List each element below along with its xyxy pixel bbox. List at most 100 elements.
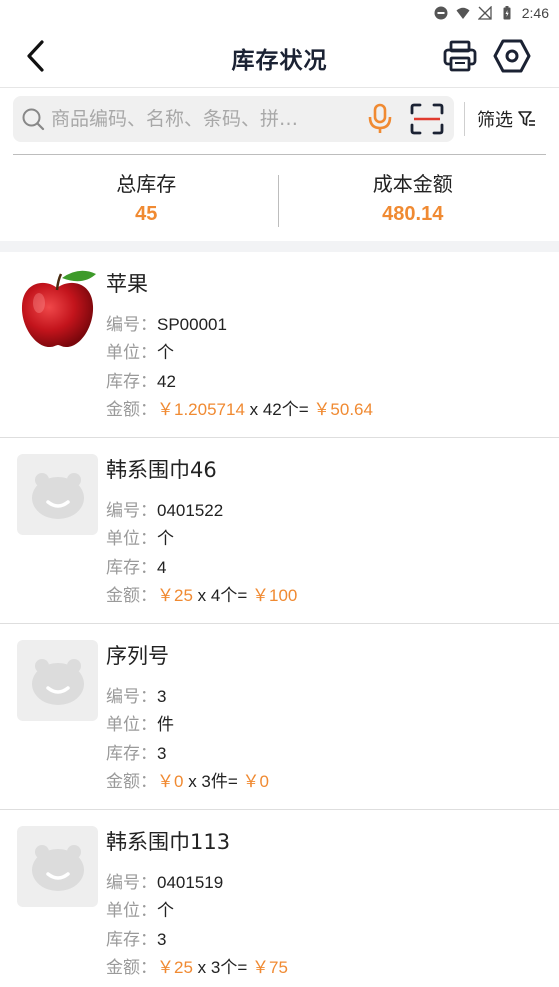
no-signal-icon bbox=[477, 6, 492, 20]
amount-label: 金额： bbox=[106, 958, 157, 978]
wifi-icon bbox=[456, 7, 470, 19]
filter-divider bbox=[464, 102, 465, 136]
product-code: 3 bbox=[157, 687, 167, 706]
scan-barcode-button[interactable] bbox=[409, 102, 445, 136]
stock-label: 库存： bbox=[106, 930, 157, 950]
search-icon bbox=[22, 108, 45, 131]
product-unit: 个 bbox=[157, 343, 174, 362]
product-stock: 3 bbox=[157, 930, 167, 949]
unit-label: 单位： bbox=[106, 529, 157, 549]
placeholder-bear-icon bbox=[31, 844, 84, 891]
product-unit: 件 bbox=[157, 715, 174, 734]
unit-price: ￥25 bbox=[157, 958, 193, 977]
cost-amount-value: 480.14 bbox=[382, 203, 444, 225]
code-label: 编号： bbox=[106, 501, 157, 521]
stock-label: 库存： bbox=[106, 372, 157, 392]
product-list: 苹果 编号：SP00001 单位：个 库存：42 金额：￥1.205714 x … bbox=[0, 252, 559, 987]
product-unit: 个 bbox=[157, 901, 174, 920]
total-stock-label: 总库存 bbox=[116, 172, 177, 196]
product-code-row: 编号：0401519 bbox=[106, 868, 223, 893]
unit-price: ￥0 bbox=[157, 772, 184, 791]
product-image bbox=[17, 268, 98, 349]
product-stock: 42 bbox=[157, 372, 176, 391]
microphone-icon bbox=[368, 103, 392, 133]
product-item[interactable]: 韩系围巾46 编号：0401522 单位：个 库存：4 金额：￥25 x 4个=… bbox=[0, 438, 559, 624]
code-label: 编号： bbox=[106, 873, 157, 893]
product-unit-row: 单位：个 bbox=[106, 896, 174, 921]
line-total: ￥75 bbox=[251, 958, 288, 977]
product-item[interactable]: 韩系围巾113 编号：0401519 单位：个 库存：3 金额：￥25 x 3个… bbox=[0, 810, 559, 987]
placeholder-bear-icon bbox=[31, 472, 84, 519]
cost-amount-label: 成本金额 bbox=[372, 172, 453, 196]
apple-image bbox=[21, 270, 96, 348]
product-stock-row: 库存：42 bbox=[106, 367, 176, 392]
summary-separator bbox=[278, 175, 279, 227]
product-image-placeholder bbox=[17, 454, 98, 535]
printer-icon bbox=[443, 40, 477, 72]
code-label: 编号： bbox=[106, 315, 157, 335]
search-bar bbox=[13, 96, 454, 142]
product-code: 0401522 bbox=[157, 501, 224, 520]
chevron-left-icon bbox=[27, 40, 44, 72]
product-unit: 个 bbox=[157, 529, 174, 548]
product-unit-row: 单位：个 bbox=[106, 338, 174, 363]
search-input[interactable] bbox=[51, 104, 336, 134]
total-stock-summary: 总库存 45 bbox=[13, 155, 280, 241]
voice-input-button[interactable] bbox=[365, 103, 395, 135]
placeholder-bear-icon bbox=[31, 658, 84, 705]
quantity-multiplier: x 3件= bbox=[183, 772, 243, 791]
product-stock: 3 bbox=[157, 744, 167, 763]
product-item[interactable]: 序列号 编号：3 单位：件 库存：3 金额：￥0 x 3件= ￥0 bbox=[0, 624, 559, 810]
status-time: 2:46 bbox=[521, 5, 549, 21]
do-not-disturb-icon bbox=[434, 6, 448, 20]
status-bar: 2:46 bbox=[0, 0, 559, 26]
unit-price: ￥25 bbox=[157, 586, 193, 605]
product-name: 序列号 bbox=[106, 644, 169, 668]
product-unit-row: 单位：件 bbox=[106, 710, 174, 735]
product-image-placeholder bbox=[17, 640, 98, 721]
product-image-placeholder bbox=[17, 826, 98, 907]
print-button[interactable] bbox=[440, 38, 480, 74]
back-button[interactable] bbox=[18, 38, 52, 74]
unit-label: 单位： bbox=[106, 901, 157, 921]
line-total: ￥100 bbox=[251, 586, 298, 605]
settings-button[interactable] bbox=[492, 36, 532, 76]
product-code-row: 编号：3 bbox=[106, 682, 166, 707]
product-code-row: 编号：0401522 bbox=[106, 496, 223, 521]
amount-label: 金额： bbox=[106, 400, 157, 420]
product-code-row: 编号：SP00001 bbox=[106, 310, 227, 335]
product-name: 韩系围巾46 bbox=[106, 458, 217, 482]
scan-icon bbox=[410, 103, 444, 135]
filter-button[interactable]: 筛选 bbox=[470, 100, 554, 138]
header-divider bbox=[0, 87, 559, 88]
amount-label: 金额： bbox=[106, 772, 157, 792]
hexagon-settings-icon bbox=[493, 39, 531, 73]
total-stock-value: 45 bbox=[135, 203, 158, 225]
product-unit-row: 单位：个 bbox=[106, 524, 174, 549]
code-label: 编号： bbox=[106, 687, 157, 707]
product-stock-row: 库存：4 bbox=[106, 553, 166, 578]
product-stock: 4 bbox=[157, 558, 167, 577]
filter-icon bbox=[518, 111, 535, 126]
app-header: 库存状况 bbox=[0, 26, 559, 86]
amount-label: 金额： bbox=[106, 586, 157, 606]
stock-label: 库存： bbox=[106, 558, 157, 578]
product-amount-row: 金额：￥1.205714 x 42个= ￥50.64 bbox=[106, 395, 373, 420]
line-total: ￥50.64 bbox=[313, 400, 373, 419]
line-total: ￥0 bbox=[242, 772, 269, 791]
filter-label: 筛选 bbox=[477, 110, 513, 131]
product-name: 苹果 bbox=[106, 272, 148, 296]
product-stock-row: 库存：3 bbox=[106, 739, 166, 764]
cost-amount-summary: 成本金额 480.14 bbox=[280, 155, 547, 241]
product-code: SP00001 bbox=[157, 315, 227, 334]
product-item[interactable]: 苹果 编号：SP00001 单位：个 库存：42 金额：￥1.205714 x … bbox=[0, 252, 559, 438]
product-amount-row: 金额：￥25 x 3个= ￥75 bbox=[106, 953, 288, 978]
unit-price: ￥1.205714 bbox=[157, 400, 245, 419]
battery-icon bbox=[503, 6, 511, 20]
product-stock-row: 库存：3 bbox=[106, 925, 166, 950]
stock-label: 库存： bbox=[106, 744, 157, 764]
unit-label: 单位： bbox=[106, 715, 157, 735]
quantity-multiplier: x 3个= bbox=[192, 958, 252, 977]
product-code: 0401519 bbox=[157, 873, 224, 892]
unit-label: 单位： bbox=[106, 343, 157, 363]
